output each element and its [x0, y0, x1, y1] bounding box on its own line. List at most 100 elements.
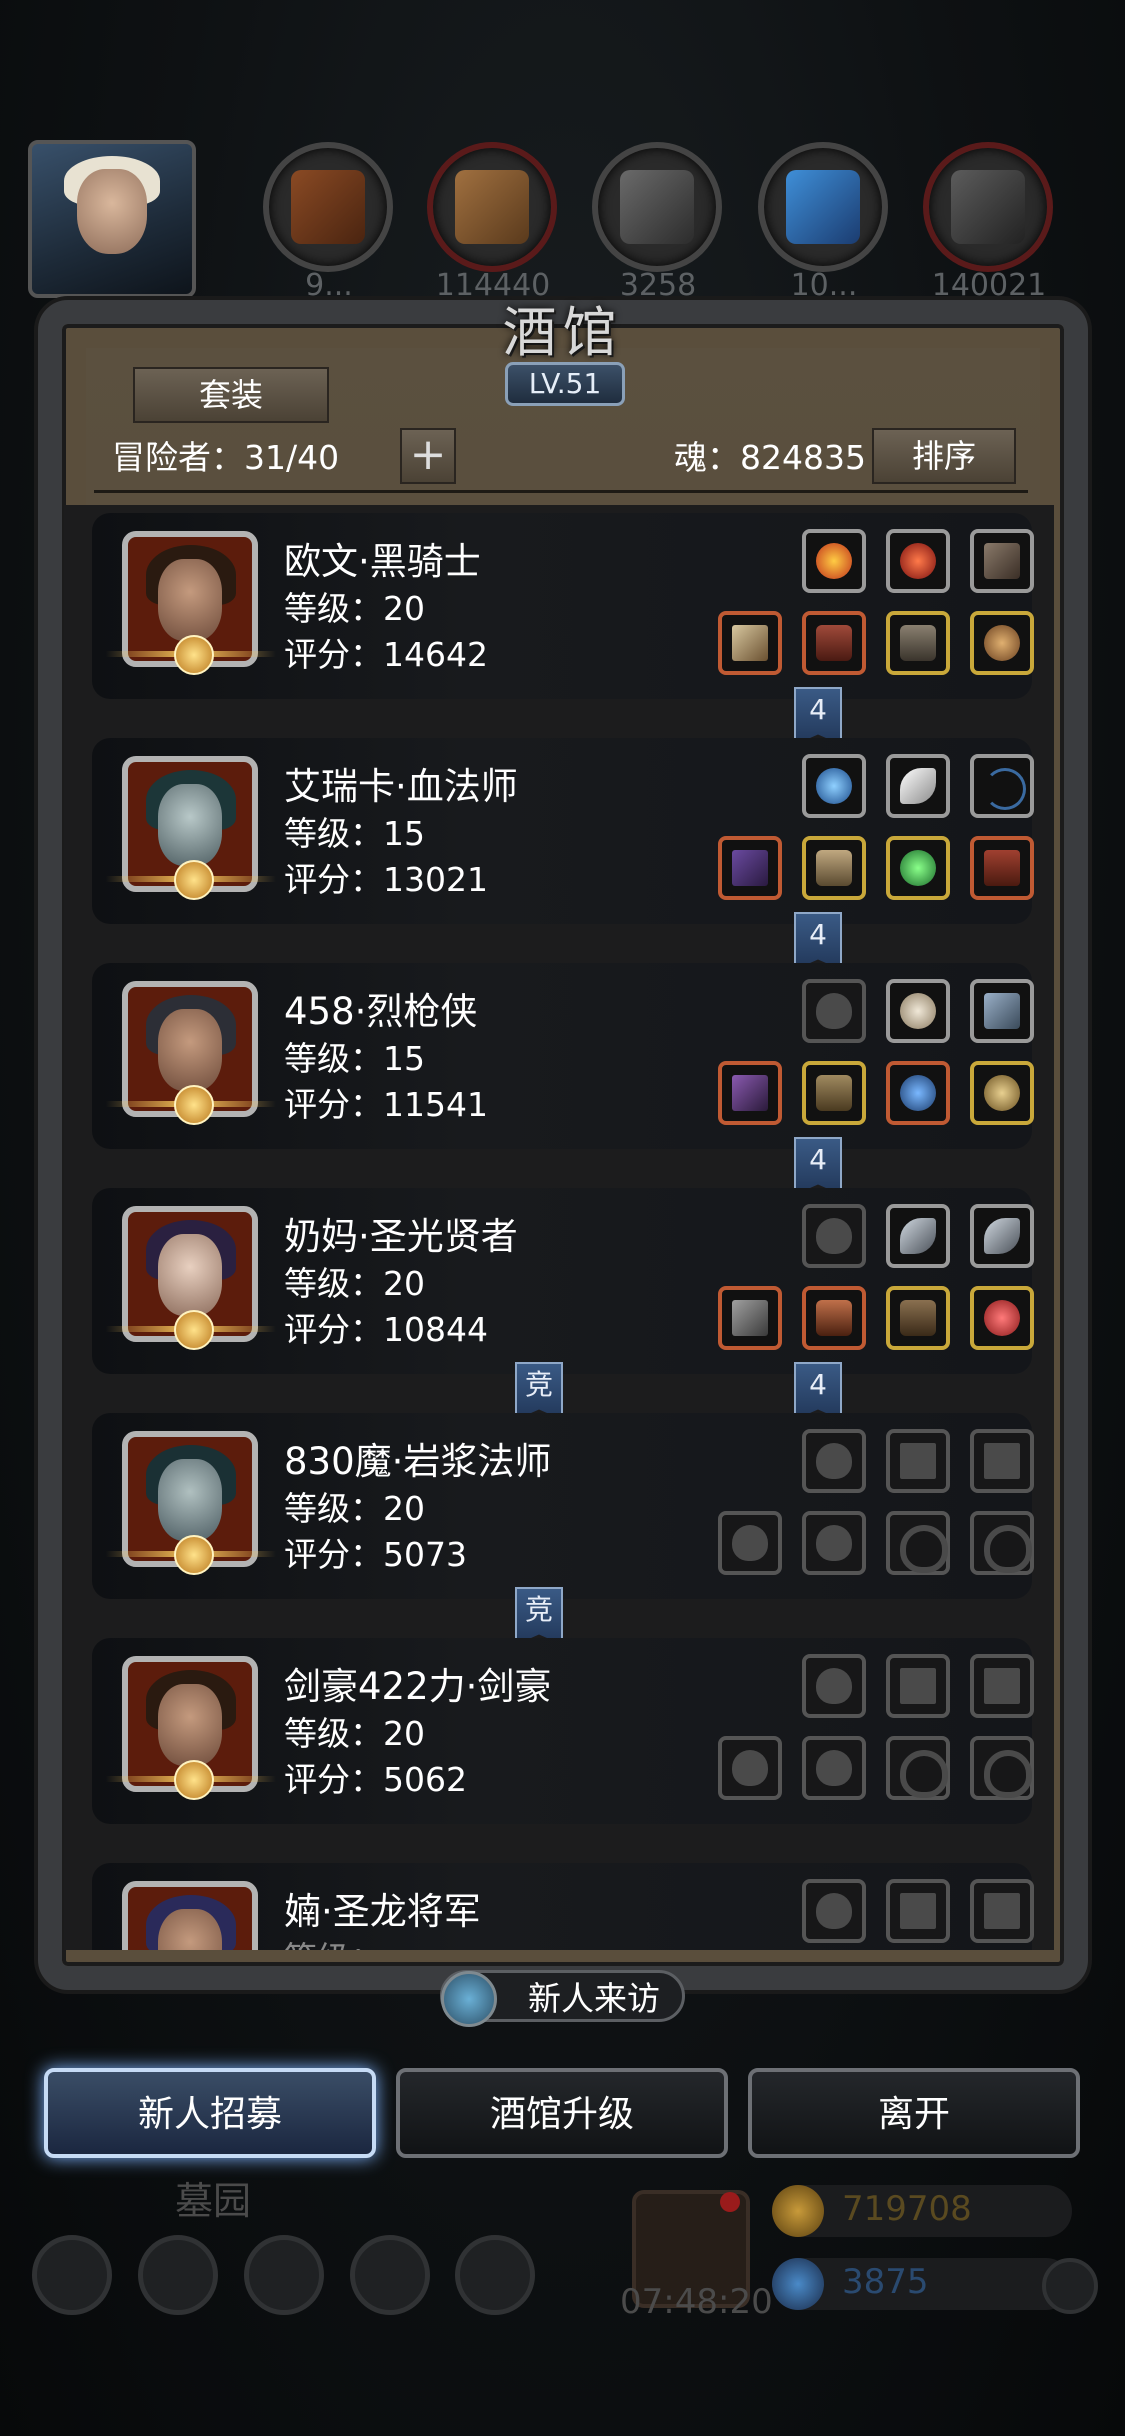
- blue-orb-slot[interactable]: [802, 754, 866, 818]
- empty-armor-slot[interactable]: [802, 1511, 866, 1575]
- rune-icon[interactable]: [455, 2235, 535, 2315]
- resource-wood[interactable]: 114440: [427, 142, 557, 303]
- sword-slot[interactable]: [718, 611, 782, 675]
- drop-icon: [816, 1218, 852, 1254]
- sort-button[interactable]: 排序: [872, 428, 1016, 484]
- empty-ring-slot[interactable]: [886, 1511, 950, 1575]
- armor-slot[interactable]: [802, 611, 866, 675]
- hourglass-icon: [984, 1893, 1020, 1929]
- heart-amulet-slot[interactable]: [970, 1286, 1034, 1350]
- hero-row[interactable]: 剑豪422力·剑豪 等级：20 评分：5062: [92, 1638, 1034, 1824]
- hero-name: 艾瑞卡·血法师: [284, 765, 518, 808]
- arena-badge: 竞: [515, 1587, 563, 1645]
- add-slot-button[interactable]: +: [400, 428, 456, 484]
- star-medal-icon: [106, 1760, 276, 1800]
- hero-row[interactable]: 婻·圣龙将军 等级：...: [92, 1863, 1034, 1950]
- sapphire-ring-slot[interactable]: [886, 1061, 950, 1125]
- empty-ring-slot[interactable]: [970, 1511, 1034, 1575]
- star-icon[interactable]: [138, 2235, 218, 2315]
- tome-icon: [984, 850, 1020, 886]
- ring-silhouette-icon: [900, 1525, 948, 1573]
- dagger-slot[interactable]: [886, 1204, 950, 1268]
- empty-ring-slot[interactable]: [970, 1736, 1034, 1800]
- upgrade-tavern-button[interactable]: 酒馆升级: [396, 2068, 728, 2158]
- mace-slot[interactable]: [718, 1286, 782, 1350]
- skull-slot[interactable]: [886, 979, 950, 1043]
- armor-icon: [816, 625, 852, 661]
- chainmail-icon: [816, 1075, 852, 1111]
- ruby-icon: [900, 543, 936, 579]
- chainmail-slot[interactable]: [802, 1061, 866, 1125]
- empty-rune-slot[interactable]: [970, 1654, 1034, 1718]
- ring-silhouette-icon: [900, 1750, 948, 1798]
- star-medal-icon: [106, 860, 276, 900]
- emerald-ring-slot[interactable]: [886, 836, 950, 900]
- guild-icon[interactable]: [244, 2235, 324, 2315]
- hero-row[interactable]: 艾瑞卡·血法师 等级：15 评分：13021: [92, 738, 1034, 924]
- empty-armor-slot[interactable]: [802, 1736, 866, 1800]
- resource-leather[interactable]: 9...: [263, 142, 393, 303]
- tome-slot[interactable]: [970, 836, 1034, 900]
- mace-icon: [732, 1300, 768, 1336]
- empty-rune-slot[interactable]: [886, 1879, 950, 1943]
- hero-score: 评分：10844: [284, 1310, 488, 1349]
- skull-icon: [900, 993, 936, 1029]
- cloak-slot[interactable]: [886, 1286, 950, 1350]
- adventurer-count: 冒险者：31/40: [112, 438, 340, 477]
- empty-orb-slot[interactable]: [802, 1879, 866, 1943]
- count-badge: 4: [794, 912, 842, 970]
- hero-name: 婻·圣龙将军: [284, 1890, 481, 1933]
- empty-weapon-slot[interactable]: [718, 1511, 782, 1575]
- dagger-slot[interactable]: [970, 1204, 1034, 1268]
- lance-slot[interactable]: [718, 1061, 782, 1125]
- empty-ring-slot[interactable]: [886, 1736, 950, 1800]
- add-gems-button[interactable]: [1042, 2258, 1098, 2314]
- empty-orb-slot[interactable]: [802, 979, 866, 1043]
- resource-crystal[interactable]: 10...: [758, 142, 888, 303]
- fire-orb-slot[interactable]: [802, 529, 866, 593]
- card-icon: [984, 993, 1020, 1029]
- hero-list[interactable]: 欧文·黑骑士 等级：20 评分：14642 4 艾瑞卡·血法师 等级：15 评分…: [64, 505, 1054, 1950]
- card-slot[interactable]: [970, 979, 1034, 1043]
- notification-dot: [720, 2192, 740, 2212]
- hourglass-icon: [900, 1668, 936, 1704]
- hero-name: 458·烈枪侠: [284, 990, 478, 1033]
- star-medal-icon: [106, 1310, 276, 1350]
- amulet-slot[interactable]: [970, 611, 1034, 675]
- robe-slot[interactable]: [802, 836, 866, 900]
- player-avatar[interactable]: [28, 140, 196, 298]
- settings-icon[interactable]: [32, 2235, 112, 2315]
- empty-orb-slot[interactable]: [802, 1204, 866, 1268]
- hero-row[interactable]: 奶妈·圣光贤者 等级：20 评分：10844: [92, 1188, 1034, 1374]
- hero-level: 等级：20: [284, 1714, 425, 1753]
- crossbow-slot[interactable]: [970, 529, 1034, 593]
- staff-slot[interactable]: [718, 836, 782, 900]
- ore-icon: [951, 170, 1025, 244]
- leave-button[interactable]: 离开: [748, 2068, 1080, 2158]
- feather-slot[interactable]: [886, 754, 950, 818]
- armor-silhouette-icon: [816, 1525, 852, 1561]
- empty-rune-slot[interactable]: [970, 1879, 1034, 1943]
- resource-iron[interactable]: 3258: [592, 142, 722, 303]
- gold-ring-slot[interactable]: [970, 1061, 1034, 1125]
- hero-level: 等级：20: [284, 1489, 425, 1528]
- shield-slot[interactable]: [886, 611, 950, 675]
- empty-orb-slot[interactable]: [802, 1654, 866, 1718]
- plate-armor-slot[interactable]: [802, 1286, 866, 1350]
- empty-rune-slot[interactable]: [970, 1429, 1034, 1493]
- feather-icon: [900, 768, 936, 804]
- new-visitor-button[interactable]: 新人来访: [440, 1970, 685, 2027]
- empty-rune-slot[interactable]: [886, 1654, 950, 1718]
- hero-row[interactable]: 458·烈枪侠 等级：15 评分：11541: [92, 963, 1034, 1149]
- set-button[interactable]: 套装: [133, 367, 329, 423]
- empty-weapon-slot[interactable]: [718, 1736, 782, 1800]
- empty-orb-slot[interactable]: [802, 1429, 866, 1493]
- recruit-button[interactable]: 新人招募: [44, 2068, 376, 2158]
- empty-rune-slot[interactable]: [886, 1429, 950, 1493]
- ruby-slot[interactable]: [886, 529, 950, 593]
- mail-icon[interactable]: [350, 2235, 430, 2315]
- hero-row[interactable]: 欧文·黑骑士 等级：20 评分：14642: [92, 513, 1034, 699]
- bow-slot[interactable]: [970, 754, 1034, 818]
- hero-row[interactable]: 830魔·岩浆法师 等级：20 评分：5073: [92, 1413, 1034, 1599]
- resource-ore[interactable]: 140021: [923, 142, 1053, 303]
